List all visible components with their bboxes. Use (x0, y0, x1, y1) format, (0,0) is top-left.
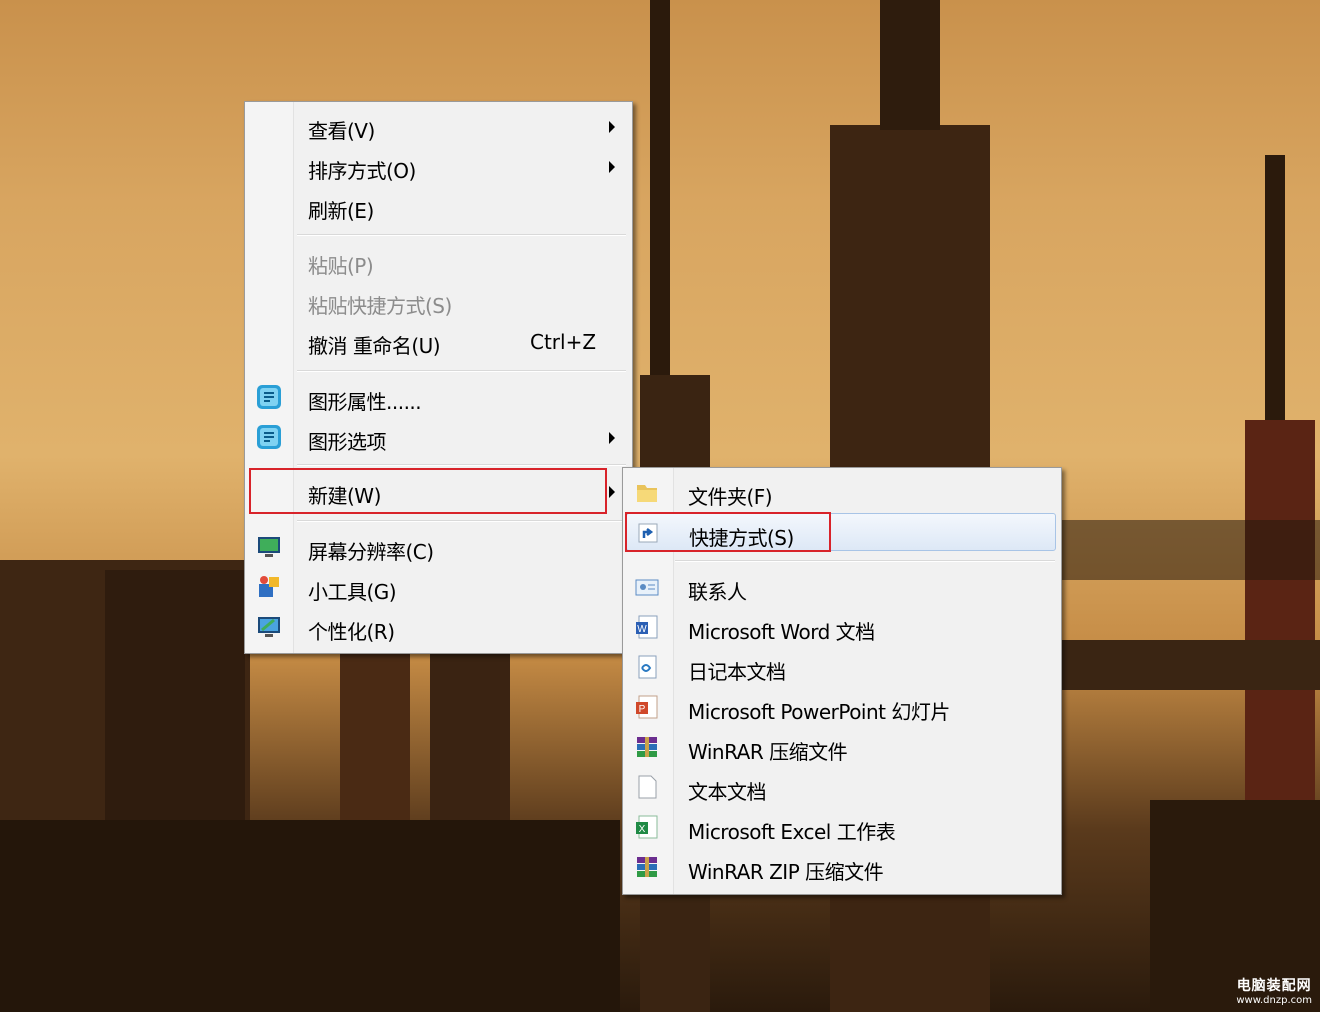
menu-item-label: 粘贴(P) (308, 254, 374, 278)
menu-item-label: Microsoft Excel 工作表 (688, 820, 896, 844)
menu-item-label: 查看(V) (308, 119, 375, 143)
highlight-box-shortcut (625, 512, 831, 552)
graphics-options-icon (257, 425, 281, 449)
folder-icon (637, 485, 657, 502)
menu-item-label: 个性化(R) (308, 620, 395, 644)
menu-item-label: Microsoft PowerPoint 幻灯片 (688, 700, 950, 724)
submenu-item-winrar[interactable]: WinRAR 压缩文件 (626, 728, 1058, 766)
menu-separator (297, 234, 626, 236)
menu-item-label: WinRAR 压缩文件 (688, 740, 848, 764)
journal-document-icon (638, 655, 657, 679)
excel-icon: X (636, 815, 658, 839)
menu-item-graphics-options[interactable]: 图形选项 (248, 418, 629, 456)
winrar-icon (637, 737, 657, 757)
graphics-properties-icon (257, 385, 281, 409)
submenu-arrow-icon (609, 121, 615, 133)
menu-item-undo-rename[interactable]: 撤消 重命名(U) Ctrl+Z (248, 322, 629, 360)
submenu-arrow-icon (609, 486, 615, 498)
highlight-box-new (249, 468, 607, 514)
desktop-context-menu: 查看(V) 排序方式(O) 刷新(E) 粘贴(P) 粘贴快捷方式(S) 撤消 重… (244, 101, 633, 654)
screen-resolution-icon (258, 537, 280, 557)
svg-text:W: W (637, 624, 647, 635)
menu-item-graphics-properties[interactable]: 图形属性...... (248, 378, 629, 416)
gadgets-icon (259, 576, 279, 597)
menu-item-screen-resolution[interactable]: 屏幕分辨率(C) (248, 528, 629, 566)
shortcut-label: Ctrl+Z (530, 330, 597, 354)
menu-separator (675, 560, 1055, 562)
menu-item-sort-by[interactable]: 排序方式(O) (248, 147, 629, 185)
menu-item-label: 联系人 (688, 580, 747, 604)
menu-item-label: 粘贴快捷方式(S) (308, 294, 452, 318)
submenu-arrow-icon (609, 161, 615, 173)
powerpoint-icon: P (636, 695, 658, 719)
submenu-item-journal[interactable]: 日记本文档 (626, 648, 1058, 686)
watermark-title: 电脑装配网 (1236, 978, 1312, 994)
submenu-item-word[interactable]: W Microsoft Word 文档 (626, 608, 1058, 646)
site-watermark: 电脑装配网 www.dnzp.com (1236, 975, 1312, 1006)
menu-item-label: 排序方式(O) (308, 159, 416, 183)
winrar-zip-icon (637, 857, 657, 877)
menu-item-label: Microsoft Word 文档 (688, 620, 875, 644)
submenu-item-excel[interactable]: X Microsoft Excel 工作表 (626, 808, 1058, 846)
contact-icon (635, 579, 659, 596)
menu-item-label: 日记本文档 (688, 660, 786, 684)
menu-item-label: 撤消 重命名(U) (308, 334, 441, 358)
submenu-item-winrar-zip[interactable]: WinRAR ZIP 压缩文件 (626, 848, 1058, 886)
svg-text:P: P (639, 704, 646, 715)
menu-separator (297, 520, 626, 522)
svg-text:X: X (639, 824, 646, 835)
watermark-url: www.dnzp.com (1236, 995, 1312, 1006)
text-document-icon (638, 775, 657, 799)
menu-item-label: WinRAR ZIP 压缩文件 (688, 860, 884, 884)
menu-item-refresh[interactable]: 刷新(E) (248, 187, 629, 225)
menu-item-personalize[interactable]: 个性化(R) (248, 608, 629, 646)
menu-item-label: 图形选项 (308, 430, 387, 454)
submenu-item-folder[interactable]: 文件夹(F) (626, 473, 1058, 511)
menu-item-view[interactable]: 查看(V) (248, 107, 629, 145)
submenu-arrow-icon (609, 432, 615, 444)
menu-item-label: 屏幕分辨率(C) (308, 540, 434, 564)
menu-item-label: 文件夹(F) (688, 485, 773, 509)
menu-item-label: 刷新(E) (308, 199, 374, 223)
menu-separator (297, 464, 626, 466)
submenu-item-powerpoint[interactable]: P Microsoft PowerPoint 幻灯片 (626, 688, 1058, 726)
menu-item-gadgets[interactable]: 小工具(G) (248, 568, 629, 606)
submenu-item-contact[interactable]: 联系人 (626, 568, 1058, 606)
menu-item-paste: 粘贴(P) (248, 242, 629, 280)
menu-item-paste-shortcut: 粘贴快捷方式(S) (248, 282, 629, 320)
new-submenu: 文件夹(F) 快捷方式(S) 联系人 W Microsoft Word 文档 日… (622, 467, 1062, 895)
menu-separator (297, 370, 626, 372)
submenu-item-text-document[interactable]: 文本文档 (626, 768, 1058, 806)
word-document-icon: W (636, 615, 658, 639)
menu-item-label: 小工具(G) (308, 580, 397, 604)
personalize-icon (258, 617, 280, 637)
menu-item-label: 图形属性...... (308, 390, 422, 414)
menu-item-label: 文本文档 (688, 780, 767, 804)
